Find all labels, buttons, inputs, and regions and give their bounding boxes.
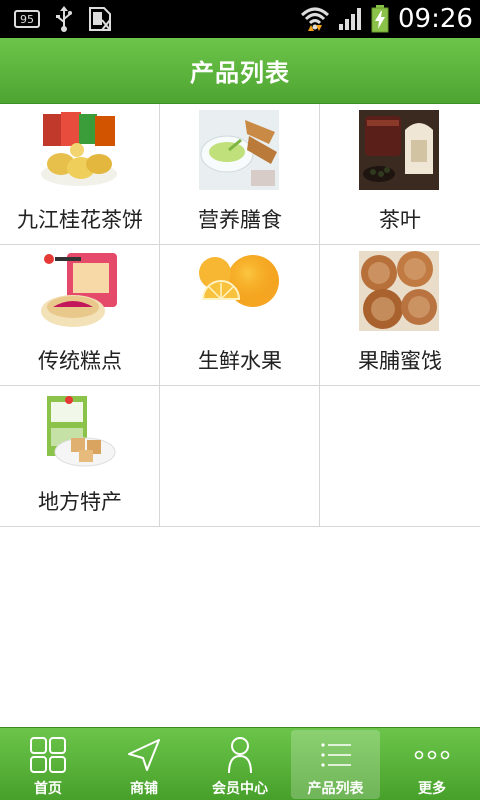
traditional-pastry-photo <box>39 251 119 331</box>
category-label: 地方特产 <box>38 490 122 514</box>
page-title: 产品列表 <box>190 59 290 87</box>
app-screen: 95 09:26 产品列表 九江桂花茶饼 营养膳食 茶叶 传统糕点 生鲜水果 果… <box>0 0 480 800</box>
category-item-traditional-pastry[interactable]: 传统糕点 <box>0 245 160 386</box>
list-icon <box>317 736 355 778</box>
category-label: 果脯蜜饯 <box>358 349 442 373</box>
sim-card-icon <box>88 0 112 38</box>
category-label: 生鲜水果 <box>198 349 282 373</box>
tab-label: 产品列表 <box>307 781 364 797</box>
battery-percent-text: 95 <box>14 10 40 28</box>
bottom-tab-bar: 首页 商铺 会员中心 产品列表 更多 <box>0 727 480 800</box>
tab-shops[interactable]: 商铺 <box>96 730 192 799</box>
category-item-nutrition-meal[interactable]: 营养膳食 <box>160 104 320 245</box>
status-bar: 95 09:26 <box>0 0 480 38</box>
category-item-candied-fruit[interactable]: 果脯蜜饯 <box>320 245 480 386</box>
more-dots-icon <box>413 736 451 778</box>
category-item-osmanthus-tea-cake[interactable]: 九江桂花茶饼 <box>0 104 160 245</box>
category-label: 传统糕点 <box>38 349 122 373</box>
wifi-icon <box>300 0 330 38</box>
grid-icon <box>29 736 67 778</box>
tab-member-center[interactable]: 会员中心 <box>192 730 288 799</box>
tab-label: 首页 <box>34 781 62 797</box>
tab-home[interactable]: 首页 <box>0 730 96 799</box>
osmanthus-cake-photo <box>39 110 119 190</box>
page-header: 产品列表 <box>0 38 480 104</box>
nutrition-meal-photo <box>199 110 279 190</box>
person-icon <box>221 736 259 778</box>
usb-icon <box>54 0 74 38</box>
local-specialty-photo <box>39 392 119 472</box>
tab-label: 商铺 <box>130 781 158 797</box>
category-item-local-specialty[interactable]: 地方特产 <box>0 386 160 527</box>
category-label: 营养膳食 <box>198 208 282 232</box>
clock-time: 09:26 <box>398 4 473 34</box>
signal-strength-icon <box>338 0 364 38</box>
battery-level-indicator: 95 <box>14 0 40 38</box>
tab-more[interactable]: 更多 <box>384 730 480 799</box>
navigation-arrow-icon <box>125 736 163 778</box>
empty-grid-cell <box>320 386 480 527</box>
tab-label: 会员中心 <box>212 781 268 797</box>
product-category-grid: 九江桂花茶饼 营养膳食 茶叶 传统糕点 生鲜水果 果脯蜜饯 地方特产 <box>0 104 480 527</box>
category-item-fresh-fruit[interactable]: 生鲜水果 <box>160 245 320 386</box>
category-label: 九江桂花茶饼 <box>17 208 143 232</box>
battery-charging-icon <box>370 0 390 38</box>
oranges-photo <box>199 251 279 331</box>
empty-grid-cell <box>160 386 320 527</box>
tea-leaves-photo <box>359 110 439 190</box>
tab-product-list[interactable]: 产品列表 <box>291 730 380 799</box>
candied-fruit-photo <box>359 251 439 331</box>
tab-label: 更多 <box>418 781 446 797</box>
category-label: 茶叶 <box>379 208 421 232</box>
category-item-tea-leaves[interactable]: 茶叶 <box>320 104 480 245</box>
